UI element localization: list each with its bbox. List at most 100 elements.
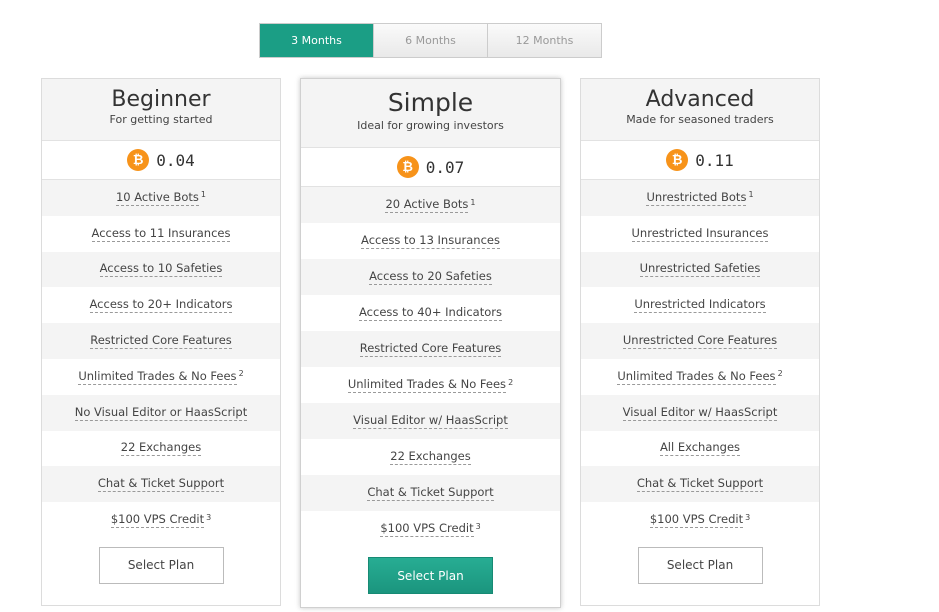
feature-row: 22 Exchanges xyxy=(301,439,560,475)
feature-row: All Exchanges xyxy=(581,431,819,467)
feature-label[interactable]: Access to 20 Safeties xyxy=(369,269,492,285)
feature-row: No Visual Editor or HaasScript xyxy=(42,394,280,431)
tab-3-months[interactable]: 3 Months xyxy=(260,24,373,57)
bitcoin-icon: ₿ xyxy=(127,149,150,171)
tab-12-months[interactable]: 12 Months xyxy=(487,24,601,57)
feature-label[interactable]: Restricted Core Features xyxy=(90,333,232,350)
feature-row: Access to 40+ Indicators xyxy=(301,295,560,331)
feature-label[interactable]: Unlimited Trades & No Fees xyxy=(617,369,776,385)
plan-header: Simple Ideal for growing investors xyxy=(301,79,560,148)
feature-label[interactable]: 10 Active Bots xyxy=(115,190,199,206)
feature-row: Unrestricted Safeties xyxy=(581,251,819,288)
footnote-marker: 2 xyxy=(777,369,783,379)
feature-label[interactable]: Unrestricted Core Features xyxy=(622,333,778,350)
feature-label[interactable]: Unrestricted Indicators xyxy=(634,297,766,314)
feature-row: Visual Editor w/ HaasScript xyxy=(301,403,560,439)
footnote-marker: 2 xyxy=(238,369,244,379)
feature-label[interactable]: 22 Exchanges xyxy=(390,449,471,465)
feature-list: 10 Active Bots 1 Access to 11 Insurances Ac… xyxy=(42,180,280,538)
feature-row: Access to 20+ Indicators xyxy=(42,287,280,323)
footnote-marker: 3 xyxy=(745,512,751,522)
feature-row: Unrestricted Indicators xyxy=(581,287,819,323)
feature-row: Access to 10 Safeties xyxy=(42,251,280,288)
feature-row: $100 VPS Credit 3 xyxy=(42,502,280,538)
feature-row: 22 Exchanges xyxy=(42,431,280,467)
feature-row: 20 Active Bots 1 xyxy=(301,187,560,223)
feature-row: Unlimited Trades & No Fees 2 xyxy=(581,359,819,395)
feature-label[interactable]: Restricted Core Features xyxy=(359,341,502,357)
footnote-marker: 3 xyxy=(475,521,481,531)
footnote-marker: 1 xyxy=(470,197,476,207)
price-amount: 0.04 xyxy=(156,150,195,170)
plan-title: Simple xyxy=(387,88,474,117)
feature-label[interactable]: $100 VPS Credit xyxy=(110,512,205,529)
plan-title: Beginner xyxy=(111,87,211,112)
feature-row: Chat & Ticket Support xyxy=(42,466,280,503)
footnote-marker: 1 xyxy=(200,190,207,200)
select-plan-button-simple[interactable]: Select Plan xyxy=(368,557,493,594)
price-amount: 0.11 xyxy=(695,150,734,170)
feature-label[interactable]: $100 VPS Credit xyxy=(649,512,744,529)
feature-label[interactable]: Unlimited Trades & No Fees xyxy=(78,369,237,385)
price-amount: 0.07 xyxy=(425,157,465,177)
feature-label[interactable]: Access to 10 Safeties xyxy=(99,261,223,278)
feature-label[interactable]: Access to 11 Insurances xyxy=(91,226,231,242)
plan-title: Advanced xyxy=(645,87,755,112)
feature-label[interactable]: Chat & Ticket Support xyxy=(97,476,225,493)
feature-list: Unrestricted Bots 1 Unrestricted Insurance… xyxy=(581,180,819,538)
feature-row: Access to 13 Insurances xyxy=(301,223,560,259)
feature-label[interactable]: Access to 13 Insurances xyxy=(361,233,500,249)
bitcoin-icon: ₿ xyxy=(396,156,419,178)
plan-price: ₿ 0.07 xyxy=(301,148,560,187)
feature-label[interactable]: Visual Editor w/ HaasScript xyxy=(622,405,778,421)
feature-label[interactable]: Access to 40+ Indicators xyxy=(359,305,502,321)
plan-card-simple: Simple Ideal for growing investors ₿ 0.0… xyxy=(300,78,561,608)
feature-label[interactable]: Unrestricted Bots xyxy=(646,190,747,206)
billing-period-tabs: 3 Months 6 Months 12 Months xyxy=(259,23,602,58)
feature-label[interactable]: Chat & Ticket Support xyxy=(367,485,494,501)
feature-row: Unlimited Trades & No Fees 2 xyxy=(42,359,280,395)
feature-label[interactable]: Unrestricted Insurances xyxy=(631,226,769,242)
footnote-marker: 1 xyxy=(748,190,754,200)
plan-card-beginner: Beginner For getting started ₿ 0.04 10 A… xyxy=(41,78,281,606)
feature-label[interactable]: Chat & Ticket Support xyxy=(636,476,764,493)
plan-header: Beginner For getting started xyxy=(42,79,280,141)
select-plan-button-beginner[interactable]: Select Plan xyxy=(98,546,224,584)
tab-6-months[interactable]: 6 Months xyxy=(373,24,487,57)
feature-row: Chat & Ticket Support xyxy=(301,475,560,511)
plan-tagline: Ideal for growing investors xyxy=(357,119,504,132)
feature-label[interactable]: Visual Editor w/ HaasScript xyxy=(353,413,508,429)
feature-label[interactable]: 22 Exchanges xyxy=(120,440,202,457)
feature-label[interactable]: Unlimited Trades & No Fees xyxy=(347,377,507,393)
feature-row: Restricted Core Features xyxy=(42,323,280,359)
feature-label[interactable]: Unrestricted Safeties xyxy=(639,261,761,278)
feature-row: Unlimited Trades & No Fees 2 xyxy=(301,367,560,403)
bitcoin-icon: ₿ xyxy=(666,149,689,171)
feature-label[interactable]: No Visual Editor or HaasScript xyxy=(74,405,248,421)
plan-header: Advanced Made for seasoned traders xyxy=(581,79,819,141)
footnote-marker: 2 xyxy=(508,377,514,387)
feature-row: 10 Active Bots 1 xyxy=(42,180,280,216)
feature-row: Unrestricted Core Features xyxy=(581,323,819,359)
feature-row: Access to 11 Insurances xyxy=(42,216,280,252)
feature-row: $100 VPS Credit 3 xyxy=(301,511,560,547)
feature-label[interactable]: 20 Active Bots xyxy=(385,197,469,213)
feature-label[interactable]: All Exchanges xyxy=(659,440,741,457)
feature-row: Visual Editor w/ HaasScript xyxy=(581,394,819,431)
feature-row: Chat & Ticket Support xyxy=(581,466,819,503)
feature-row: Unrestricted Insurances xyxy=(581,216,819,252)
feature-row: Unrestricted Bots 1 xyxy=(581,180,819,216)
feature-list: 20 Active Bots 1 Access to 13 Insurances Ac… xyxy=(301,187,560,547)
plan-price: ₿ 0.11 xyxy=(581,141,819,180)
plan-price: ₿ 0.04 xyxy=(42,141,280,180)
plan-card-advanced: Advanced Made for seasoned traders ₿ 0.1… xyxy=(580,78,820,606)
feature-row: $100 VPS Credit 3 xyxy=(581,502,819,538)
plan-tagline: Made for seasoned traders xyxy=(626,113,774,126)
feature-label[interactable]: Access to 20+ Indicators xyxy=(89,297,233,314)
select-plan-button-advanced[interactable]: Select Plan xyxy=(637,546,763,584)
feature-row: Access to 20 Safeties xyxy=(301,259,560,295)
feature-label[interactable]: $100 VPS Credit xyxy=(380,521,474,537)
feature-row: Restricted Core Features xyxy=(301,331,560,367)
plan-tagline: For getting started xyxy=(109,113,213,126)
footnote-marker: 3 xyxy=(206,512,212,522)
